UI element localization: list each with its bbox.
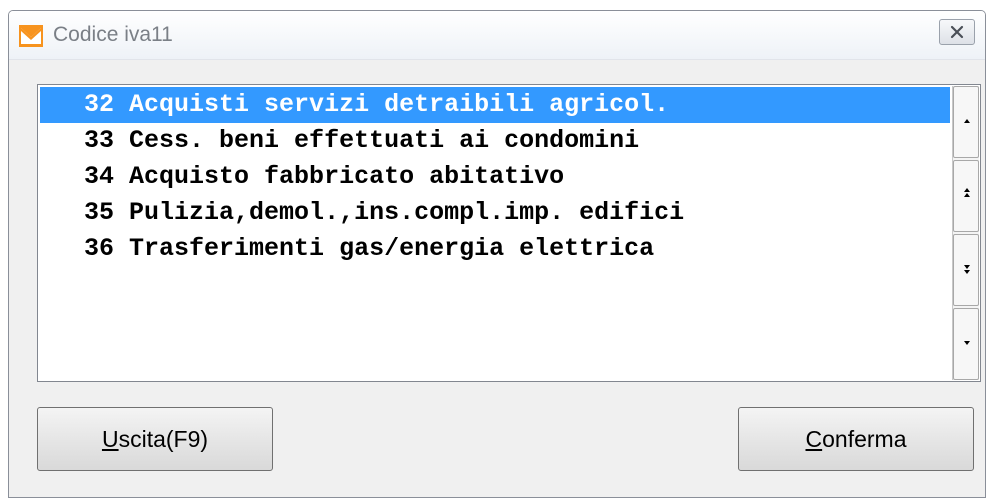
list-item[interactable]: 33 Cess. beni effettuati ai condomini xyxy=(40,123,950,159)
line-down-icon xyxy=(964,341,970,345)
window-title: Codice iva11 xyxy=(53,23,173,46)
confirm-accelerator: C xyxy=(805,426,823,452)
list-item-code: 34 xyxy=(84,162,115,191)
list-item-label: Trasferimenti gas/energia elettrica xyxy=(129,234,655,263)
list-item-label: Cess. beni effettuati ai condomini xyxy=(129,126,640,155)
list-item-label: Pulizia,demol.,ins.compl.imp. edifici xyxy=(129,198,685,227)
title-bar[interactable]: Codice iva11 xyxy=(9,11,985,60)
list-item-code: 36 xyxy=(84,234,115,263)
page-up-icon xyxy=(964,188,970,197)
exit-accelerator: U xyxy=(101,426,119,452)
dialog-client-area: 32 Acquisti servizi detraibili agricol. 3… xyxy=(9,60,985,497)
list-item-code: 32 xyxy=(84,90,115,119)
dialog-window: Codice iva11 32 Acquisti servizi detraib… xyxy=(8,10,986,498)
list-item-code: 35 xyxy=(84,198,115,227)
close-icon xyxy=(950,25,964,39)
scroll-page-up-button[interactable] xyxy=(953,160,979,232)
list-item-label: Acquisto fabbricato abitativo xyxy=(129,162,565,191)
app-logo-icon xyxy=(19,25,43,47)
scroll-line-up-button[interactable] xyxy=(953,86,979,158)
list-item[interactable]: 36 Trasferimenti gas/energia elettrica xyxy=(40,231,950,267)
exit-button[interactable]: Uscita(F9) xyxy=(37,407,273,471)
list-item[interactable]: 32 Acquisti servizi detraibili agricol. xyxy=(40,87,950,123)
list-item-label: Acquisti servizi detraibili agricol. xyxy=(129,90,670,119)
page-down-icon xyxy=(964,265,970,274)
vertical-scrollbar[interactable] xyxy=(952,86,979,380)
confirm-label: onferma xyxy=(822,426,907,452)
line-up-icon xyxy=(964,119,970,123)
list-item[interactable]: 35 Pulizia,demol.,ins.compl.imp. edifici xyxy=(40,195,950,231)
vat-code-listbox[interactable]: 32 Acquisti servizi detraibili agricol. 3… xyxy=(37,84,981,382)
scroll-page-down-button[interactable] xyxy=(953,234,979,306)
confirm-button[interactable]: Conferma xyxy=(738,407,974,471)
scroll-line-down-button[interactable] xyxy=(953,308,979,380)
exit-label: scita(F9) xyxy=(118,426,209,452)
list-items: 32 Acquisti servizi detraibili agricol. 3… xyxy=(40,87,950,379)
list-item[interactable]: 34 Acquisto fabbricato abitativo xyxy=(40,159,950,195)
close-button[interactable] xyxy=(939,19,975,45)
list-item-code: 33 xyxy=(84,126,115,155)
